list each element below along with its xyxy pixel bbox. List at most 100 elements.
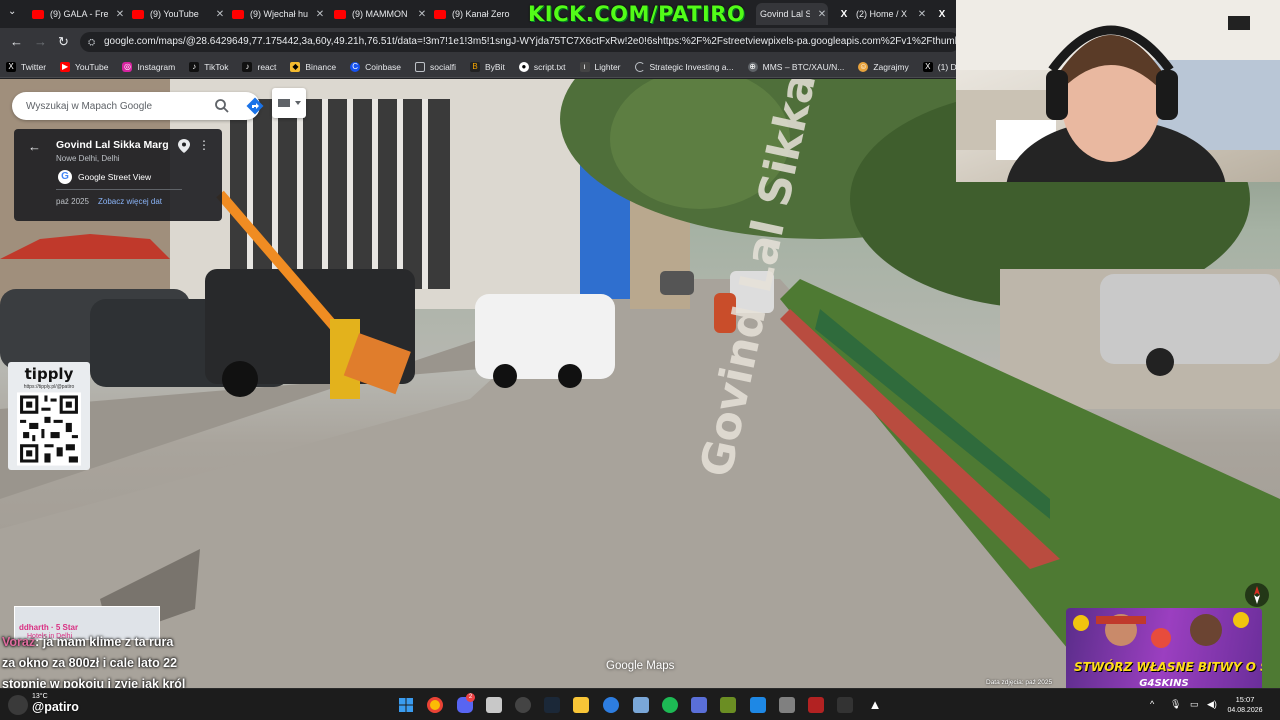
tab-label: (9) YouTube [150, 9, 199, 19]
kick-url-overlay: KICK.COM/PATIRO [528, 2, 746, 26]
steam-icon[interactable] [544, 697, 560, 713]
sponsor-ad-banner: STWÓRZ WŁASNE BITWY O SKINY! G4SKINS [1066, 608, 1262, 694]
file-explorer-icon[interactable] [573, 697, 589, 713]
settings-icon[interactable] [515, 697, 531, 713]
minecraft-icon[interactable] [720, 697, 736, 713]
tab-kanal-zero[interactable]: (9) Kanał Zero [430, 3, 524, 25]
bookmark-strategic[interactable]: Strategic Investing a... [634, 61, 734, 72]
back-icon[interactable]: ← [10, 34, 23, 49]
chevron-up-icon[interactable]: ^ [1150, 699, 1154, 709]
close-icon[interactable]: ✕ [816, 9, 828, 20]
tiktok-icon: ♪ [242, 61, 253, 72]
tipply-qr-card: tipply https://tipply.pl/@patiro [8, 362, 90, 470]
folder-icon [415, 61, 426, 72]
loading-icon [634, 61, 645, 72]
directions-icon[interactable] [246, 97, 264, 115]
binance-icon: ◆ [290, 61, 301, 72]
youtube-icon [132, 9, 144, 19]
weather-widget[interactable]: 13°C [32, 693, 48, 700]
close-icon[interactable]: ✕ [114, 9, 126, 20]
chrome-icon[interactable] [427, 697, 443, 713]
url-field[interactable]: ⛭ google.com/maps/@28.6429649,77.175442,… [80, 32, 960, 52]
bookmark-instagram[interactable]: ◎ Instagram [122, 61, 175, 72]
spotify-icon[interactable] [662, 697, 678, 713]
bybit-icon: B [470, 61, 481, 72]
microphone-icon[interactable]: 🎙 [1170, 699, 1181, 710]
reload-icon[interactable]: ↻ [58, 34, 69, 50]
photos-icon[interactable] [486, 697, 502, 713]
bookmark-react[interactable]: ♪ react [242, 61, 276, 72]
bookmark-coinbase[interactable]: C Coinbase [350, 61, 402, 72]
tab-label: (2) Home / X [856, 9, 908, 19]
x-icon: X [922, 61, 933, 72]
maps-search-input[interactable] [26, 98, 196, 114]
tab-wjechal[interactable]: (9) Wjechał hu ✕ [228, 3, 326, 25]
youtube-icon [334, 9, 346, 19]
app-icon[interactable] [633, 697, 649, 713]
youtube-icon [32, 9, 44, 19]
clock-time[interactable]: 15:07 [1222, 695, 1268, 704]
coinbase-icon: C [350, 61, 361, 72]
tab-youtube[interactable]: (9) YouTube ✕ [128, 3, 226, 25]
github-icon: ● [518, 61, 529, 72]
site-info-icon[interactable]: ⛭ [88, 32, 95, 52]
bookmark-socialfi[interactable]: socialfi [415, 61, 456, 72]
tab-x-home[interactable]: X (2) Home / X ✕ [834, 3, 928, 25]
clock-date[interactable]: 04.08.2026 [1222, 707, 1268, 714]
bookmark-binance[interactable]: ◆ Binance [290, 61, 336, 72]
bookmark-script[interactable]: ● script.txt [518, 61, 566, 72]
tab-search-chevron-icon[interactable]: ⌄ [8, 6, 16, 17]
close-icon[interactable]: ✕ [214, 9, 226, 20]
search-icon[interactable] [214, 98, 230, 114]
windows-start-icon[interactable] [398, 697, 414, 713]
bookmark-lighter[interactable]: ı Lighter [579, 61, 621, 72]
network-icon[interactable]: ▭ [1190, 699, 1199, 710]
more-options-icon[interactable]: ⋮ [198, 138, 210, 152]
app-icon[interactable] [837, 697, 853, 713]
edge-icon[interactable] [603, 697, 619, 713]
volume-icon[interactable]: ◀) [1207, 699, 1217, 710]
compass-icon[interactable] [1244, 582, 1270, 608]
app-icon[interactable] [779, 697, 795, 713]
chat-text: : ja mam klime z ta rura [35, 635, 174, 649]
tiktok-icon: ♪ [189, 61, 200, 72]
tab-govind-active[interactable]: Govind Lal Sikk ✕ [756, 3, 828, 25]
layers-icon [278, 99, 301, 107]
x-icon: X [6, 61, 16, 72]
lighter-icon: ı [579, 61, 590, 72]
see-more-dates-link[interactable]: Zobacz więcej dat [98, 197, 162, 206]
chat-message-line: za okno za 800zł i cale lato 22 [2, 656, 178, 670]
x-icon: X [938, 8, 946, 20]
place-subtitle: Nowe Delhi, Delhi [56, 154, 120, 163]
webcam-feed [956, 0, 1280, 182]
url-text: google.com/maps/@28.6429649,77.175442,3a… [104, 36, 960, 47]
app-icon[interactable] [808, 697, 824, 713]
place-title: Govind Lal Sikka Marg [56, 139, 169, 151]
back-arrow-icon[interactable]: ← [28, 139, 41, 154]
bookmark-youtube[interactable]: ▶ YouTube [60, 61, 108, 72]
stream-chat-overlay: Voraz: ja mam klime z ta rura za okno za… [2, 632, 198, 695]
bookmark-label: Coinbase [365, 61, 402, 72]
bell-icon[interactable]: ▲ [867, 697, 883, 713]
place-info-card: ← Govind Lal Sikka Marg Nowe Delhi, Delh… [14, 129, 222, 221]
bookmark-twitter[interactable]: X Twitter [6, 61, 46, 72]
layers-button[interactable] [272, 88, 306, 118]
bookmark-mms[interactable]: ⊕ MMS – BTC/XAU/N... [747, 61, 844, 72]
bookmark-label: Strategic Investing a... [649, 61, 734, 72]
close-icon[interactable]: ✕ [416, 9, 428, 20]
forward-icon[interactable]: → [34, 34, 47, 49]
bookmark-zagrajmy[interactable]: ☺ Zagrajmy [858, 61, 909, 72]
minimap-place-label: ddharth · 5 Star [19, 623, 79, 632]
ad-fighters-graphic [1073, 612, 1249, 648]
tab-x-extra[interactable]: X [932, 3, 952, 25]
tab-gala[interactable]: (9) GALA - Free ✕ [28, 3, 126, 25]
xbox-icon[interactable] [750, 697, 766, 713]
bookmark-label: script.txt [533, 61, 566, 72]
close-icon[interactable]: ✕ [916, 9, 928, 20]
obs-icon[interactable] [691, 697, 707, 713]
bookmark-tiktok[interactable]: ♪ TikTok [189, 61, 228, 72]
tab-mammon[interactable]: (9) MAMMON ✕ [330, 3, 428, 25]
bookmark-bybit[interactable]: B ByBit [470, 61, 505, 72]
close-icon[interactable]: ✕ [314, 9, 326, 20]
map-pin-icon[interactable] [178, 139, 190, 153]
